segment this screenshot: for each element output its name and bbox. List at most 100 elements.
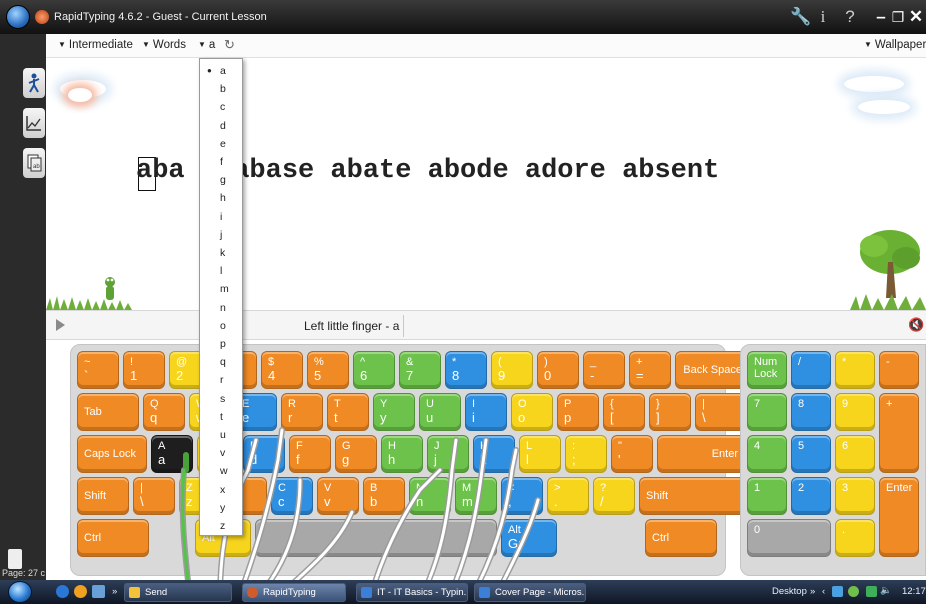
dropdown-item-l[interactable]: l — [200, 262, 242, 280]
key-q[interactable]: Qq — [143, 393, 185, 431]
key-o[interactable]: Oo — [511, 393, 553, 431]
key-1[interactable]: ! 1 — [123, 351, 165, 389]
key-num-7[interactable]: 7 — [747, 393, 787, 431]
dropdown-item-a[interactable]: ● a — [200, 62, 242, 80]
key-n[interactable]: Nn — [409, 477, 451, 515]
statistics-icon[interactable] — [23, 108, 45, 138]
key-num-4[interactable]: 4 — [747, 435, 787, 473]
start-button[interactable] — [8, 581, 32, 603]
key-6[interactable]: ^ 6 — [353, 351, 395, 389]
key-h[interactable]: Hh — [381, 435, 423, 473]
key-num-star[interactable]: * — [835, 351, 875, 389]
key-4[interactable]: $4 — [261, 351, 303, 389]
tray-expand-icon[interactable]: ‹ — [822, 586, 825, 597]
key-num-enter[interactable]: Enter — [879, 477, 919, 557]
key-i[interactable]: Ii — [465, 393, 507, 431]
key-b[interactable]: Bb — [363, 477, 405, 515]
dropdown-item-u[interactable]: u — [200, 426, 242, 444]
ie-icon[interactable] — [56, 585, 69, 598]
network-icon[interactable] — [866, 586, 877, 597]
dropdown-item-p[interactable]: p — [200, 335, 242, 353]
key-9[interactable]: (9 — [491, 351, 533, 389]
key-minus[interactable]: _ - — [583, 351, 625, 389]
dropdown-item-f[interactable]: f — [200, 153, 242, 171]
letter-dropdown[interactable]: ▼ a — [198, 39, 215, 51]
dropdown-item-d[interactable]: d — [200, 117, 242, 135]
desktop-toolbar[interactable]: Desktop — [772, 586, 807, 597]
task-cover-page[interactable]: Cover Page - Micros... — [474, 583, 586, 602]
key-num-plus[interactable]: + — [879, 393, 919, 473]
key-backtick[interactable]: ~ ` — [77, 351, 119, 389]
quicklaunch-more-icon[interactable]: » — [112, 586, 117, 597]
task-it-basics[interactable]: IT - IT Basics - Typin... — [356, 583, 468, 602]
key-t[interactable]: Tt — [327, 393, 369, 431]
key-equals[interactable]: + = — [629, 351, 671, 389]
dropdown-item-o[interactable]: o — [200, 317, 242, 335]
key-k[interactable]: Kk — [473, 435, 515, 473]
key-tab[interactable]: Tab — [77, 393, 139, 431]
firefox-icon[interactable] — [74, 585, 87, 598]
dropdown-item-c[interactable]: c — [200, 98, 242, 116]
mode-dropdown[interactable]: ▼ Words — [142, 39, 186, 51]
key-5[interactable]: % 5 — [307, 351, 349, 389]
tools-icon[interactable]: 🔧 — [790, 6, 811, 28]
dropdown-item-z[interactable]: z — [200, 517, 242, 535]
key-8[interactable]: * 8 — [445, 351, 487, 389]
play-icon[interactable] — [56, 319, 65, 331]
toolbar-more-icon[interactable]: » — [810, 586, 815, 597]
lesson-editor-icon[interactable]: ab — [23, 148, 45, 178]
start-orb-icon[interactable] — [6, 5, 30, 29]
key-num-1[interactable]: 1 — [747, 477, 787, 515]
dropdown-item-v[interactable]: v — [200, 444, 242, 462]
key-rbracket[interactable]: }] — [649, 393, 691, 431]
dropdown-item-q[interactable]: q — [200, 353, 242, 371]
key-ctrl-left[interactable]: Ctrl — [77, 519, 149, 557]
dropdown-item-i[interactable]: i — [200, 208, 242, 226]
key-comma[interactable]: <, — [501, 477, 543, 515]
dropdown-item-k[interactable]: k — [200, 244, 242, 262]
key-num-3[interactable]: 3 — [835, 477, 875, 515]
dropdown-item-b[interactable]: b — [200, 80, 242, 98]
key-ctrl-right[interactable]: Ctrl — [645, 519, 717, 557]
key-num-9[interactable]: 9 — [835, 393, 875, 431]
dropdown-item-t[interactable]: t — [200, 408, 242, 426]
key-num-dot[interactable]: . — [835, 519, 875, 557]
key-num-8[interactable]: 8 — [791, 393, 831, 431]
key-num-5[interactable]: 5 — [791, 435, 831, 473]
key-l[interactable]: Ll — [519, 435, 561, 473]
dropdown-item-n[interactable]: n — [200, 299, 242, 317]
sound-icon[interactable]: 🔇 — [908, 317, 924, 333]
close-button[interactable]: ✕ — [908, 6, 924, 28]
key-capslock[interactable]: Caps Lock — [77, 435, 147, 473]
key-num-2[interactable]: 2 — [791, 477, 831, 515]
dropdown-item-j[interactable]: j — [200, 226, 242, 244]
volume-icon[interactable]: 🔈 — [880, 585, 892, 596]
key-u[interactable]: Uu — [419, 393, 461, 431]
key-j[interactable]: Jj — [427, 435, 469, 473]
key-f[interactable]: Ff — [289, 435, 331, 473]
dropdown-item-m[interactable]: m — [200, 280, 242, 298]
task-send[interactable]: Send — [124, 583, 232, 602]
key-backslash-iso[interactable]: | \ — [133, 477, 175, 515]
clock[interactable]: 12:17 — [902, 586, 926, 597]
wallpaper-dropdown[interactable]: ▼ Wallpaper — [864, 39, 926, 51]
info-icon[interactable]: i — [816, 6, 830, 28]
key-m[interactable]: Mm — [455, 477, 497, 515]
show-desktop-icon[interactable] — [92, 585, 105, 598]
key-g[interactable]: Gg — [335, 435, 377, 473]
tray-app-icon[interactable] — [848, 586, 859, 597]
key-enter[interactable]: Enter — [657, 435, 751, 473]
key-a[interactable]: Aa — [151, 435, 193, 473]
key-shift-left[interactable]: Shift — [77, 477, 129, 515]
language-icon[interactable] — [832, 586, 843, 597]
key-0[interactable]: ) 0 — [537, 351, 579, 389]
key-num-minus[interactable]: - — [879, 351, 919, 389]
key-y[interactable]: Yy — [373, 393, 415, 431]
key-num-6[interactable]: 6 — [835, 435, 875, 473]
key-v[interactable]: Vv — [317, 477, 359, 515]
lesson-mode-icon[interactable] — [23, 68, 45, 98]
dropdown-item-w[interactable]: w — [200, 462, 242, 480]
key-space[interactable] — [255, 519, 497, 557]
dropdown-item-g[interactable]: g — [200, 171, 242, 189]
key-lbracket[interactable]: {[ — [603, 393, 645, 431]
